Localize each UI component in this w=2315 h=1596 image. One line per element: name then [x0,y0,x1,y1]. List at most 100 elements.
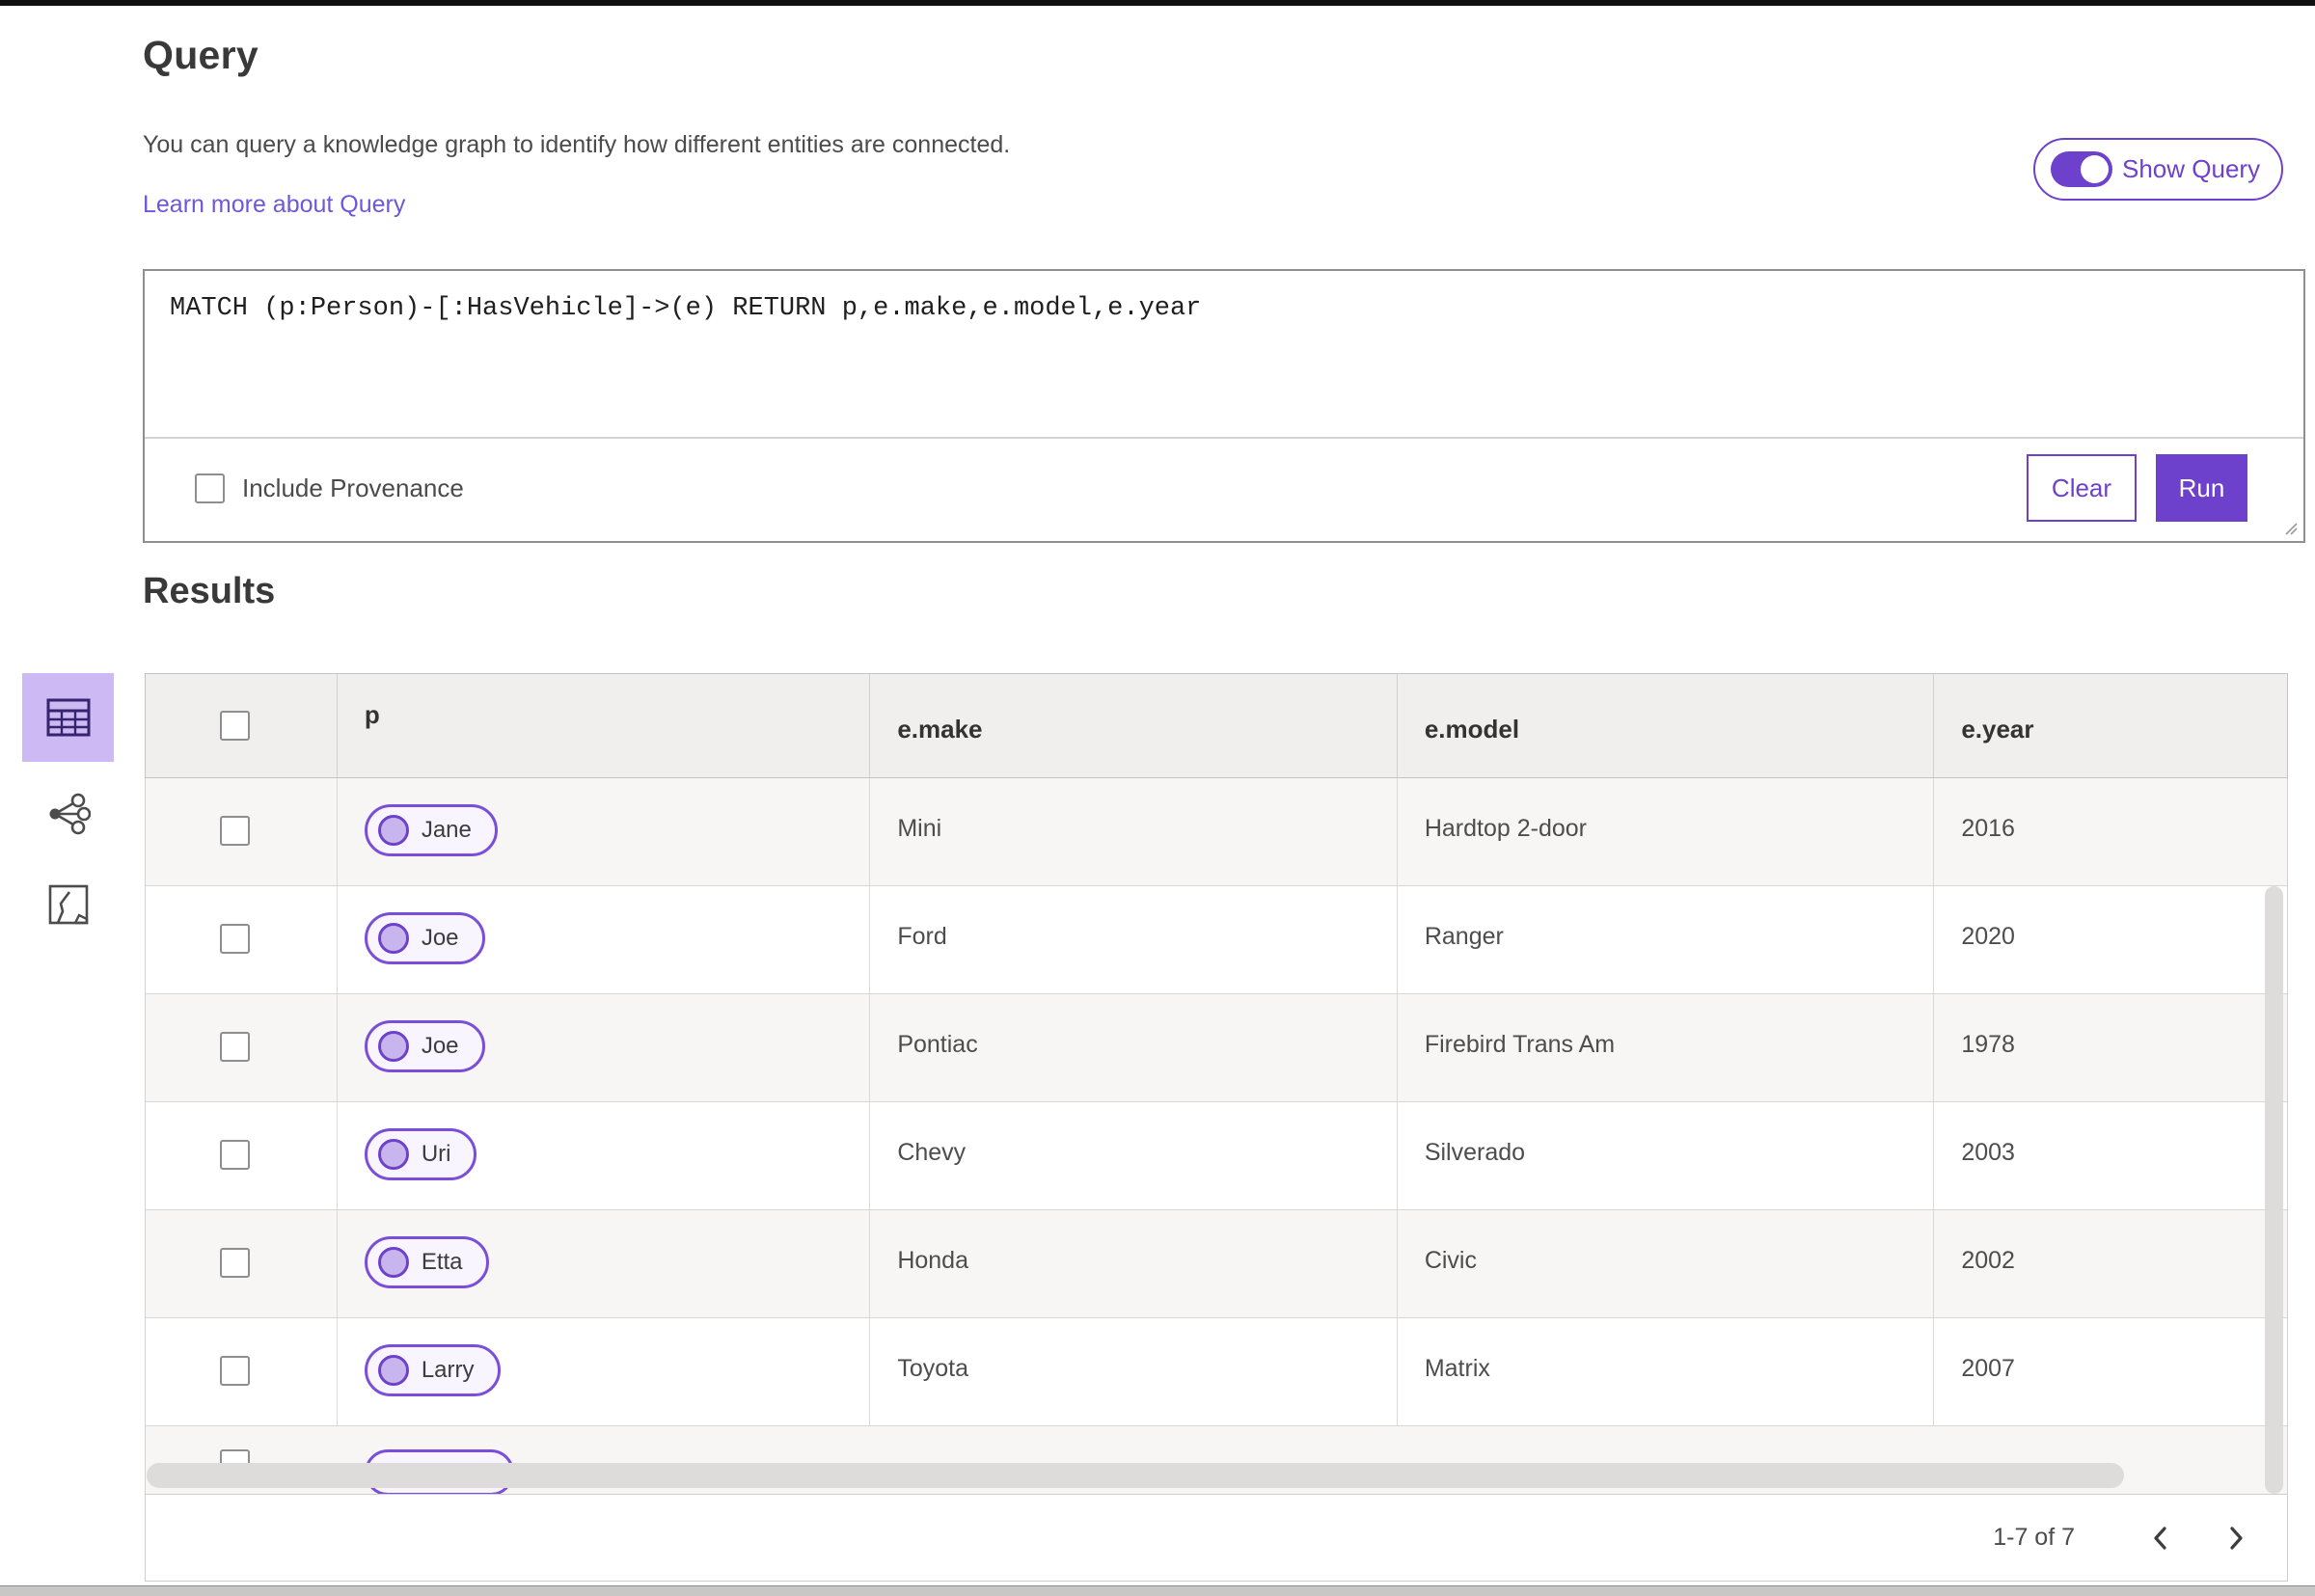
entity-node-icon [377,815,409,846]
cell-e-model: Matrix [1398,1318,1935,1425]
cell-p: Uri [338,1102,871,1209]
entity-pill-label: Etta [421,1249,463,1275]
entity-pill[interactable]: Larry [364,1344,501,1396]
cell-e-make: Chevy [870,1102,1398,1209]
entity-pill-label: Jane [421,817,472,843]
cell-e-year: 2002 [1961,1247,2015,1274]
entity-node-icon [377,1139,409,1170]
cell-p: Joe [338,886,871,993]
cell-e-model: Ranger [1398,886,1935,993]
select-all-checkbox[interactable] [220,711,250,741]
table-row: Joe Pontiac Firebird Trans Am 1978 [146,994,2287,1102]
column-header-e-year[interactable]: e.year [1934,674,2287,777]
cell-e-model: Silverado [1398,1102,1935,1209]
header-select-cell [146,674,338,777]
run-button[interactable]: Run [2156,454,2247,522]
cell-p: Jane [338,778,871,885]
cell-e-year: 2007 [1961,1355,2015,1382]
table-row: Jane Mini Hardtop 2-door 2016 [146,778,2287,886]
table-row: Joe Ford Ranger 2020 [146,886,2287,994]
show-query-toggle[interactable]: Show Query [2033,138,2283,201]
row-select-cell [146,1318,338,1425]
query-panel-toolbar: Include Provenance Clear Run [145,439,2303,537]
row-select-cell [146,1210,338,1317]
cell-e-year: 2003 [1961,1139,2015,1166]
entity-pill[interactable]: Jane [364,804,498,856]
table-header-row: p e.make e.model e.year [145,673,2288,778]
row-checkbox[interactable] [220,816,250,846]
cell-e-year: 2020 [1961,923,2015,950]
cell-p: Etta [338,1210,871,1317]
toggle-track-on[interactable] [2051,151,2112,187]
results-table: p e.make e.model e.year Jane Mini Hardtop … [145,673,2288,1582]
cell-e-make: Toyota [870,1318,1398,1425]
table-row: Etta Honda Civic 2002 [146,1210,2287,1318]
query-input[interactable]: MATCH (p:Person)-[:HasVehicle]->(e) RETU… [145,271,2303,439]
table-row: Larry Toyota Matrix 2007 [146,1318,2287,1426]
table-footer: 1-7 of 7 [145,1494,2288,1582]
learn-more-link[interactable]: Learn more about Query [143,191,405,219]
link-chart-icon [49,793,91,835]
include-provenance-checkbox[interactable] [195,473,225,503]
column-header-e-make[interactable]: e.make [870,674,1398,777]
cell-e-make: Honda [870,1210,1398,1317]
row-checkbox[interactable] [220,1140,250,1170]
column-header-e-model[interactable]: e.model [1398,674,1935,777]
chevron-left-icon [2154,1526,2166,1550]
vertical-scrollbar[interactable] [2265,886,2283,1494]
cell-e-make: Ford [870,886,1398,993]
include-provenance-option: Include Provenance [195,473,464,503]
cell-e-model: Firebird Trans Am [1398,994,1935,1101]
map-view-button[interactable] [22,866,114,943]
previous-page-button[interactable] [2138,1517,2181,1559]
horizontal-scrollbar[interactable] [147,1463,2124,1488]
results-title: Results [143,571,276,611]
query-actions: Clear Run [2027,454,2247,522]
resize-grip-icon[interactable] [2283,521,2299,536]
row-checkbox[interactable] [220,1248,250,1278]
row-checkbox[interactable] [220,1356,250,1386]
cell-p: Larry [338,1318,871,1425]
clear-button[interactable]: Clear [2027,454,2137,522]
chevron-right-icon [2230,1526,2243,1550]
cell-e-year: 1978 [1961,1031,2015,1058]
entity-pill[interactable]: Joe [364,912,485,964]
cell-e-year: 2016 [1961,815,2015,842]
row-select-cell [146,778,338,885]
next-page-button[interactable] [2216,1517,2258,1559]
row-select-cell [146,886,338,993]
query-panel: MATCH (p:Person)-[:HasVehicle]->(e) RETU… [143,269,2305,543]
row-select-cell [146,994,338,1101]
page-title: Query [143,33,259,77]
entity-node-icon [377,1247,409,1278]
pagination-range-label: 1-7 of 7 [1993,1524,2075,1551]
row-checkbox[interactable] [220,924,250,954]
table-view-button[interactable] [22,673,114,762]
cell-p: Joe [338,994,871,1101]
row-select-cell [146,1102,338,1209]
entity-pill[interactable]: Uri [364,1128,477,1180]
entity-pill-label: Uri [421,1141,451,1167]
column-header-p[interactable]: p [338,674,871,777]
cell-e-make: Mini [870,778,1398,885]
window-top-edge [0,0,2315,6]
include-provenance-label: Include Provenance [242,473,464,502]
entity-node-icon [377,1031,409,1062]
table-row: Uri Chevy Silverado 2003 [146,1102,2287,1210]
show-query-label: Show Query [2122,154,2261,183]
row-checkbox[interactable] [220,1032,250,1062]
graph-view-button[interactable] [22,775,114,852]
window-bottom-edge [0,1585,2315,1596]
entity-pill[interactable]: Etta [364,1236,489,1288]
table-icon [46,698,90,737]
cell-e-model: Civic [1398,1210,1935,1317]
cell-e-make: Pontiac [870,994,1398,1101]
table-body: Jane Mini Hardtop 2-door 2016 Joe Ford Ranger 2… [145,778,2288,1494]
toggle-knob [2081,155,2109,183]
entity-pill-label: Larry [421,1357,475,1383]
entity-pill-label: Joe [421,1033,459,1059]
entity-pill[interactable]: Joe [364,1020,485,1072]
entity-node-icon [377,923,409,954]
page-description: You can query a knowledge graph to ident… [143,131,1011,158]
entity-pill-label: Joe [421,925,459,951]
